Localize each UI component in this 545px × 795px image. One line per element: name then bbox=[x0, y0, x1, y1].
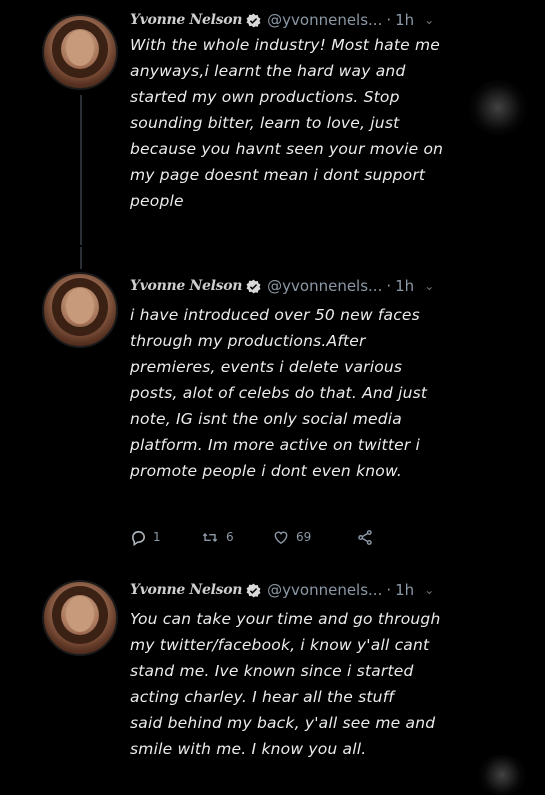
retweet-icon bbox=[202, 532, 218, 542]
tweet[interactable]: Yvonne Nelson @yvonnenels... · 1h ⌄ i ha… bbox=[0, 262, 545, 562]
tweet-actions: 1 6 69 bbox=[130, 526, 374, 548]
timestamp[interactable]: 1h bbox=[395, 277, 414, 295]
reply-count: 1 bbox=[153, 530, 161, 544]
screen-smudge bbox=[468, 80, 528, 135]
screen-smudge bbox=[476, 755, 528, 795]
author-name[interactable]: Yvonne Nelson bbox=[130, 12, 242, 28]
author-name[interactable]: Yvonne Nelson bbox=[130, 582, 242, 598]
retweet-button[interactable]: 6 bbox=[200, 529, 272, 546]
tweet-text: i have introduced over 50 new faces thro… bbox=[130, 306, 428, 480]
reply-button[interactable]: 1 bbox=[130, 529, 200, 546]
chevron-down-icon[interactable]: ⌄ bbox=[424, 279, 434, 293]
like-button[interactable]: 69 bbox=[272, 529, 356, 546]
timestamp[interactable]: 1h bbox=[395, 581, 414, 599]
chevron-down-icon[interactable]: ⌄ bbox=[424, 13, 434, 27]
share-icon bbox=[358, 529, 372, 545]
verified-icon bbox=[246, 279, 261, 294]
verified-icon bbox=[246, 13, 261, 28]
retweet-count: 6 bbox=[226, 530, 234, 544]
separator-dot: · bbox=[386, 581, 392, 599]
share-button[interactable] bbox=[356, 529, 374, 546]
author-handle[interactable]: @yvonnenels... bbox=[267, 581, 382, 599]
tweet-header: Yvonne Nelson @yvonnenels... · 1h ⌄ bbox=[130, 8, 434, 32]
separator-dot: · bbox=[386, 11, 392, 29]
author-handle[interactable]: @yvonnenels... bbox=[267, 11, 382, 29]
separator-dot: · bbox=[386, 277, 392, 295]
tweet-text: With the whole industry! Most hate me an… bbox=[130, 36, 444, 210]
tweet[interactable]: Yvonne Nelson @yvonnenels... · 1h ⌄ You … bbox=[0, 566, 545, 789]
author-handle[interactable]: @yvonnenels... bbox=[267, 277, 382, 295]
reply-icon bbox=[132, 530, 145, 546]
timestamp[interactable]: 1h bbox=[395, 11, 414, 29]
avatar[interactable] bbox=[42, 272, 118, 348]
tweet-text: You can take your time and go through my… bbox=[130, 610, 441, 758]
tweet[interactable]: Yvonne Nelson @yvonnenels... · 1h ⌄ With… bbox=[0, 0, 545, 245]
tweet-header: Yvonne Nelson @yvonnenels... · 1h ⌄ bbox=[130, 578, 434, 602]
avatar[interactable] bbox=[42, 580, 118, 656]
tweet-header: Yvonne Nelson @yvonnenels... · 1h ⌄ bbox=[130, 274, 434, 298]
avatar[interactable] bbox=[42, 14, 118, 90]
chevron-down-icon[interactable]: ⌄ bbox=[424, 583, 434, 597]
like-icon bbox=[274, 531, 288, 544]
author-name[interactable]: Yvonne Nelson bbox=[130, 278, 242, 294]
like-count: 69 bbox=[296, 530, 312, 544]
verified-icon bbox=[246, 583, 261, 598]
